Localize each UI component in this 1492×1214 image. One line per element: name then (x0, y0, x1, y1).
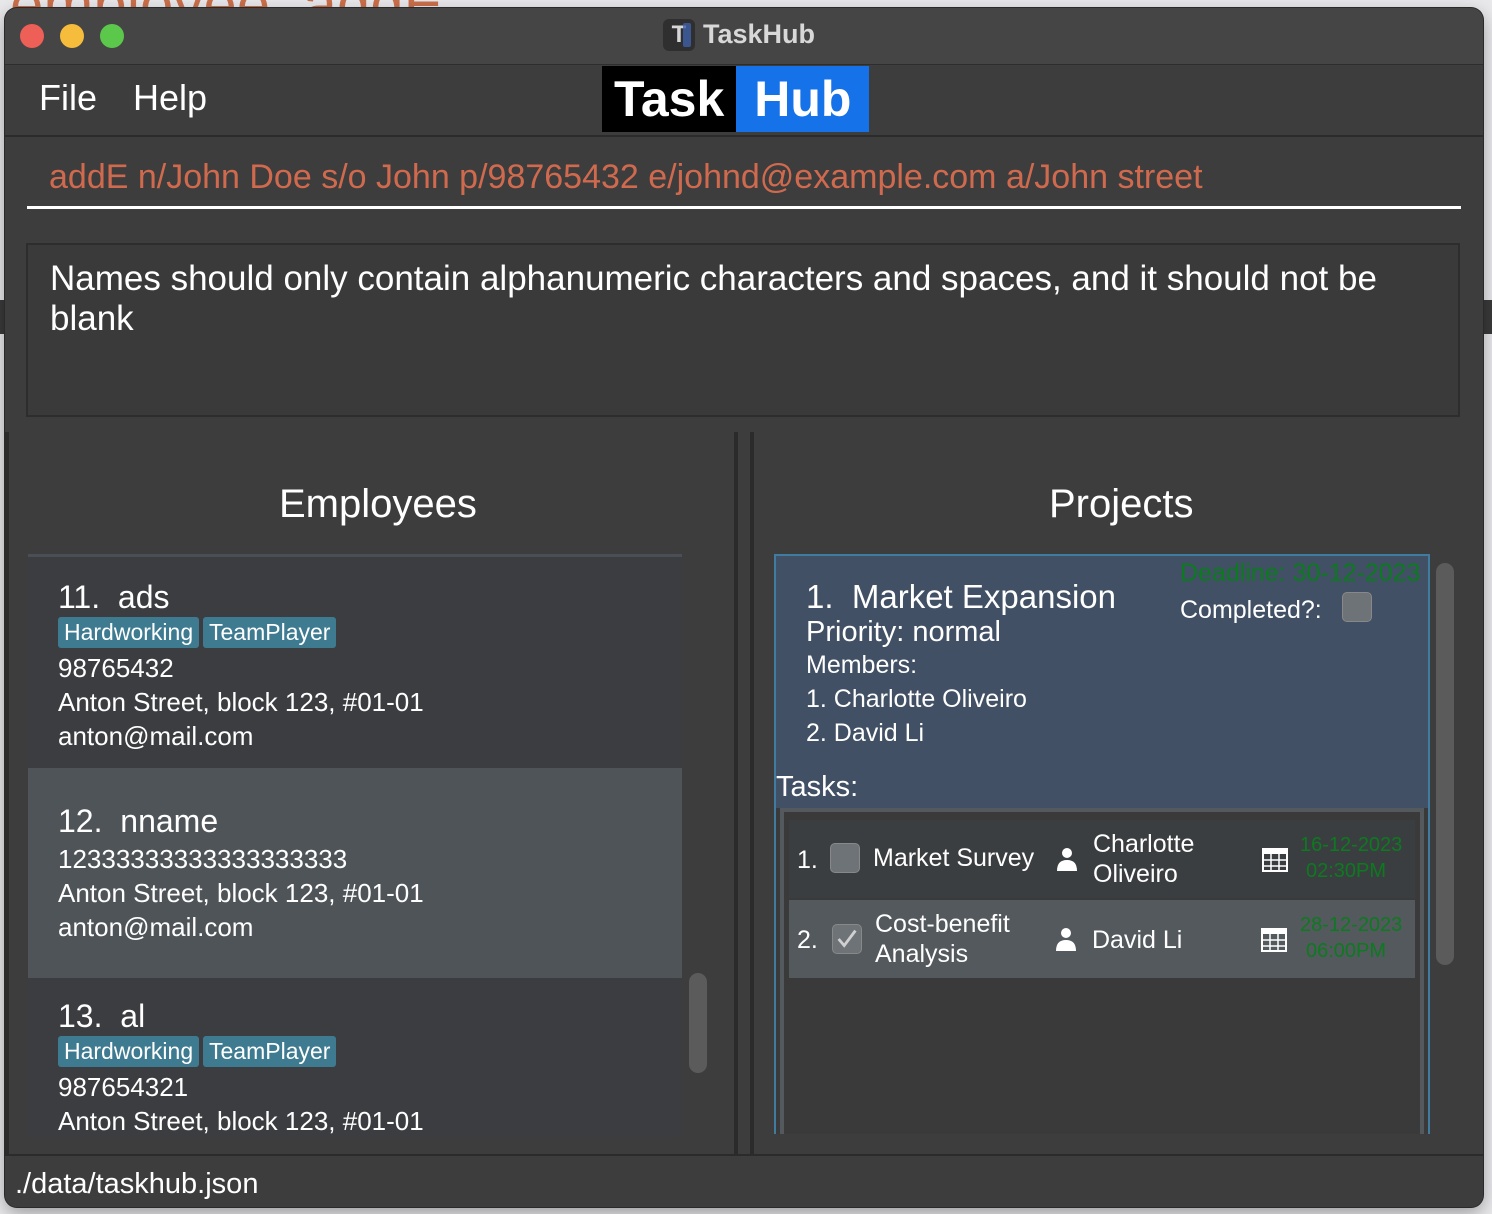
task-list[interactable]: 1. Market Survey Charlotte Oliveiro 16-1… (780, 808, 1424, 1134)
project-deadline: Deadline: 30-12-2023 (1180, 559, 1421, 587)
project-list-scrollbar[interactable] (1436, 563, 1454, 965)
menu-bar: File Help Task Hub (5, 65, 1483, 137)
tag-badge: Hardworking (58, 1036, 200, 1067)
title-bar[interactable]: T TaskHub (5, 8, 1483, 65)
project-list[interactable]: 1. Market Expansion Priority: normal Mem… (774, 554, 1430, 1134)
employee-phone: 12333333333333333333 (58, 844, 348, 874)
panel-divider-middle[interactable] (734, 432, 738, 1160)
project-header: 1. Market Expansion Priority: normal Mem… (776, 556, 1428, 808)
assignee-person-icon (1057, 848, 1077, 871)
employee-card[interactable]: 12. nname 12333333333333333333 Anton Str… (28, 768, 682, 978)
close-window-button[interactable] (20, 24, 44, 48)
calendar-icon (1262, 848, 1288, 872)
command-box (5, 137, 1483, 232)
panel-divider-right (750, 432, 754, 1160)
task-done-checkbox[interactable] (830, 843, 860, 873)
employee-list[interactable]: 11. ads Hardworking TeamPlayer 98765432 … (28, 554, 682, 1137)
task-assignee: David Li (1092, 926, 1183, 954)
data-file-path: ./data/taskhub.json (15, 1168, 259, 1200)
employee-address: Anton Street, block 123, #01-01 (58, 687, 424, 717)
window-title: TaskHub (703, 19, 816, 49)
project-completed-label: Completed?: (1180, 596, 1322, 624)
employee-name: 11. ads (58, 579, 170, 615)
project-member: 1. Charlotte Oliveiro (806, 685, 1027, 713)
panel-divider-left (5, 432, 9, 1160)
project-name: 1. Market Expansion (806, 578, 1117, 615)
employee-phone: 98765432 (58, 653, 174, 683)
taskhub-logo: Task Hub (602, 66, 870, 132)
taskhub-app-icon: T (663, 19, 695, 51)
tasks-label: Tasks: (776, 771, 859, 803)
task-deadline: 28-12-2023 06:00PM (1300, 914, 1403, 962)
tag-badge: TeamPlayer (203, 1036, 337, 1067)
command-input[interactable] (27, 149, 1461, 209)
task-row[interactable]: 1. Market Survey Charlotte Oliveiro 16-1… (789, 820, 1415, 898)
tag-badge: TeamPlayer (203, 617, 337, 648)
task-assignee: Charlotte Oliveiro (1093, 830, 1195, 888)
employee-card[interactable]: 13. al Hardworking TeamPlayer 987654321 … (28, 978, 682, 1137)
project-member: 2. David Li (806, 719, 925, 747)
result-message: Names should only contain alphanumeric c… (50, 259, 1377, 338)
project-priority: Priority: normal (806, 616, 1001, 648)
projects-heading: Projects (1049, 482, 1194, 526)
logo-hub-text: Hub (736, 66, 870, 132)
employee-email: anton@mail.com (58, 721, 254, 751)
status-bar: ./data/taskhub.json (5, 1154, 1483, 1207)
menu-file[interactable]: File (39, 77, 97, 119)
employee-list-scrollbar[interactable] (689, 973, 707, 1073)
task-number: 2. (797, 926, 818, 954)
task-title: Cost-benefit Analysis (875, 910, 1010, 968)
task-number: 1. (797, 846, 818, 874)
employee-phone: 987654321 (58, 1072, 189, 1102)
project-members-label: Members: (806, 651, 918, 679)
employee-name: 13. al (58, 998, 146, 1034)
employee-address: Anton Street, block 123, #01-01 (58, 878, 424, 908)
minimize-window-button[interactable] (60, 24, 84, 48)
tag-badge: Hardworking (58, 617, 200, 648)
calendar-icon (1261, 928, 1287, 952)
maximize-window-button[interactable] (100, 24, 124, 48)
task-done-checkbox[interactable] (832, 924, 862, 954)
menu-help[interactable]: Help (133, 77, 207, 119)
assignee-person-icon (1056, 928, 1076, 951)
task-deadline: 16-12-2023 02:30PM (1300, 834, 1403, 882)
project-card[interactable]: 1. Market Expansion Priority: normal Mem… (774, 554, 1430, 1134)
employee-name: 12. nname (58, 803, 219, 839)
task-title: Market Survey (873, 844, 1035, 872)
project-completed-checkbox[interactable] (1342, 592, 1372, 622)
checkmark-icon (837, 929, 857, 948)
employee-card[interactable]: 11. ads Hardworking TeamPlayer 98765432 … (28, 557, 682, 768)
task-row[interactable]: 2. Cost-benefit Analysis David Li 28-12-… (789, 900, 1415, 978)
logo-task-text: Task (602, 66, 737, 132)
result-display: Names should only contain alphanumeric c… (26, 243, 1460, 417)
employee-address: Anton Street, block 123, #01-01 (58, 1106, 424, 1136)
taskhub-window: T TaskHub File Help Task Hub Names shoul… (5, 8, 1483, 1207)
employees-heading: Employees (279, 482, 477, 526)
employee-email: anton@mail.com (58, 912, 254, 942)
